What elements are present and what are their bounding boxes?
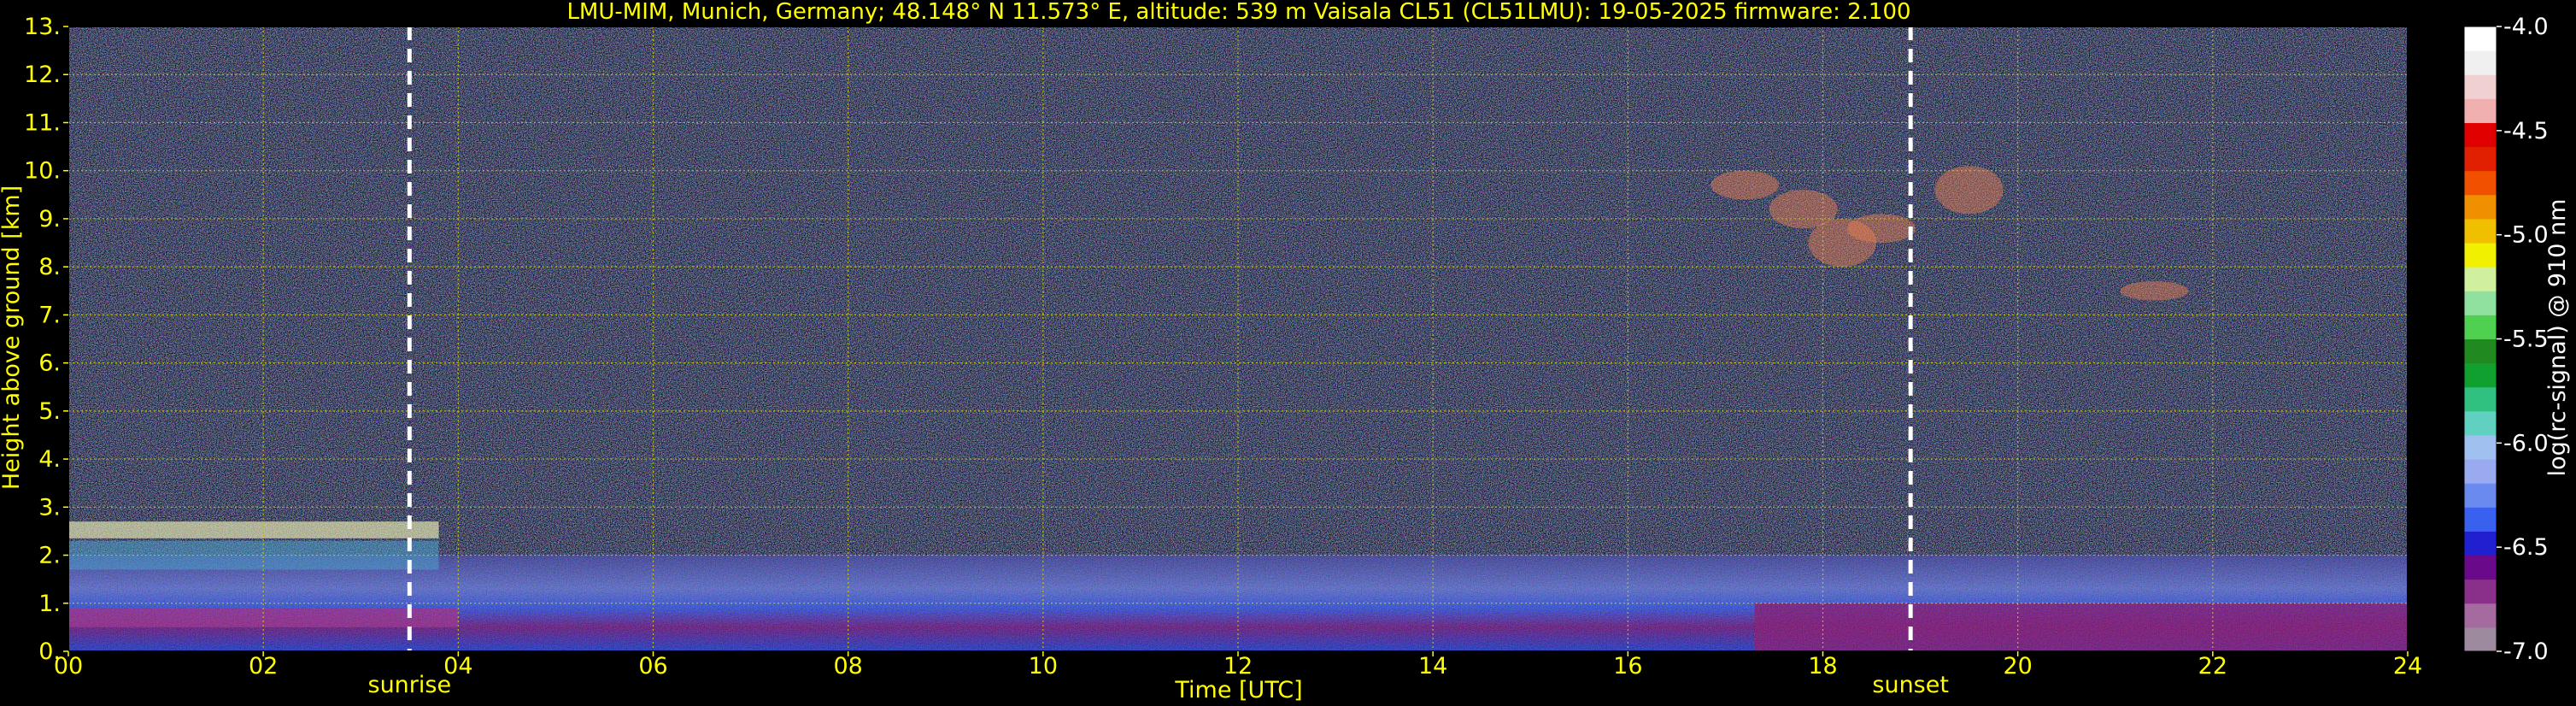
x-tick-label: 04: [443, 653, 472, 680]
x-tick-label: 14: [1418, 653, 1447, 680]
colorbar-tick-label: -4.5: [2503, 118, 2549, 144]
y-tick-label: 5.: [38, 398, 61, 425]
y-tick-label: 7.: [38, 302, 61, 328]
colorbar-segment: [2464, 146, 2497, 172]
colorbar-segment: [2464, 122, 2497, 148]
chart-title: LMU-MIM, Munich, Germany; 48.148° N 11.5…: [566, 0, 1910, 25]
colorbar-tick-label: -4.0: [2503, 14, 2549, 40]
y-tick-label: 4.: [38, 446, 61, 473]
colorbar-segment: [2464, 483, 2497, 508]
colorbar-segment: [2464, 603, 2497, 628]
colorbar-tick-label: -5.0: [2503, 222, 2549, 249]
colorbar-tick-label: -6.0: [2503, 430, 2549, 456]
y-tick-label: 3.: [38, 494, 61, 521]
y-axis-label: Height above ground [km]: [0, 185, 25, 490]
colorbar-segment: [2464, 386, 2497, 412]
y-tick-label: 11.: [24, 109, 61, 136]
x-tick-label: 08: [833, 653, 862, 680]
y-tick-label: 0.: [38, 638, 61, 665]
colorbar-segment: [2464, 243, 2497, 268]
y-tick-label: 10.: [24, 158, 61, 185]
ceilometer-chart: sunrise sunset 00 02 04 06 08 10 12 14 16 18 20 22 24…: [0, 0, 2571, 703]
colorbar-segment: [2464, 26, 2497, 51]
y-tick-label: 12.: [24, 62, 61, 88]
colorbar-tick-label: -7.0: [2503, 638, 2549, 665]
y-tick-label: 1.: [38, 591, 61, 617]
colorbar-segment: [2464, 555, 2497, 580]
colorbar-segment: [2464, 218, 2497, 244]
x-tick-label: 22: [2198, 653, 2227, 680]
colorbar-segment: [2464, 74, 2497, 99]
colorbar-segment: [2464, 579, 2497, 604]
cirrus-cloud: [1934, 166, 2004, 215]
colorbar-segment: [2464, 338, 2497, 364]
colorbar-segment: [2464, 291, 2497, 315]
colorbar-segment: [2464, 362, 2497, 388]
colorbar-segment: [2464, 194, 2497, 220]
x-tick-label: 06: [638, 653, 667, 680]
x-axis-label: Time [UTC]: [1174, 677, 1302, 703]
colorbar-label: log(rc-signal) @ 910 nm: [2544, 199, 2571, 477]
colorbar-tick-label: -5.5: [2503, 327, 2549, 353]
y-tick-label: 13.: [24, 14, 61, 40]
colorbar-segment: [2464, 507, 2497, 532]
colorbar-segment: [2464, 410, 2497, 436]
y-tick-label: 2.: [38, 543, 61, 569]
colorbar-segment: [2464, 50, 2497, 75]
colorbar-segment: [2464, 315, 2497, 339]
x-tick-label: 18: [1808, 653, 1837, 680]
x-tick-label: 16: [1613, 653, 1642, 680]
colorbar-segment: [2464, 267, 2497, 291]
x-tick-label: 02: [249, 653, 278, 680]
colorbar-segment: [2464, 98, 2497, 123]
colorbar-tick-label: -6.5: [2503, 534, 2549, 561]
x-tick-label: 12: [1223, 653, 1253, 680]
y-tick-label: 6.: [38, 350, 61, 377]
cirrus-cloud: [1710, 170, 1780, 200]
ceilometer-figure: sunrise sunset 00 02 04 06 08 10 12 14 16 18 20 22 24…: [0, 0, 2576, 706]
y-tick-label: 8.: [38, 254, 61, 280]
marker-label-sunset: sunset: [1872, 672, 1949, 698]
colorbar-segment: [2464, 434, 2497, 460]
colorbar-segment: [2464, 170, 2497, 196]
x-tick-label: 20: [2003, 653, 2032, 680]
colorbar-segment: [2464, 531, 2497, 556]
cirrus-cloud: [2120, 281, 2189, 301]
marker-label-sunrise: sunrise: [368, 672, 452, 698]
y-axis-ticks: 0. 1. 2. 3. 4. 5. 6. 7. 8. 9. 10. 11. 12. 13.: [24, 14, 68, 665]
x-tick-label: 24: [2393, 653, 2422, 680]
colorbar-segment: [2464, 627, 2497, 652]
colorbar-segment: [2464, 459, 2497, 484]
x-tick-label: 10: [1029, 653, 1058, 680]
colorbar: -4.0 -4.5 -5.0 -5.5 -6.0 -6.5 -7.0: [2463, 14, 2549, 665]
y-tick-label: 9.: [38, 206, 61, 232]
